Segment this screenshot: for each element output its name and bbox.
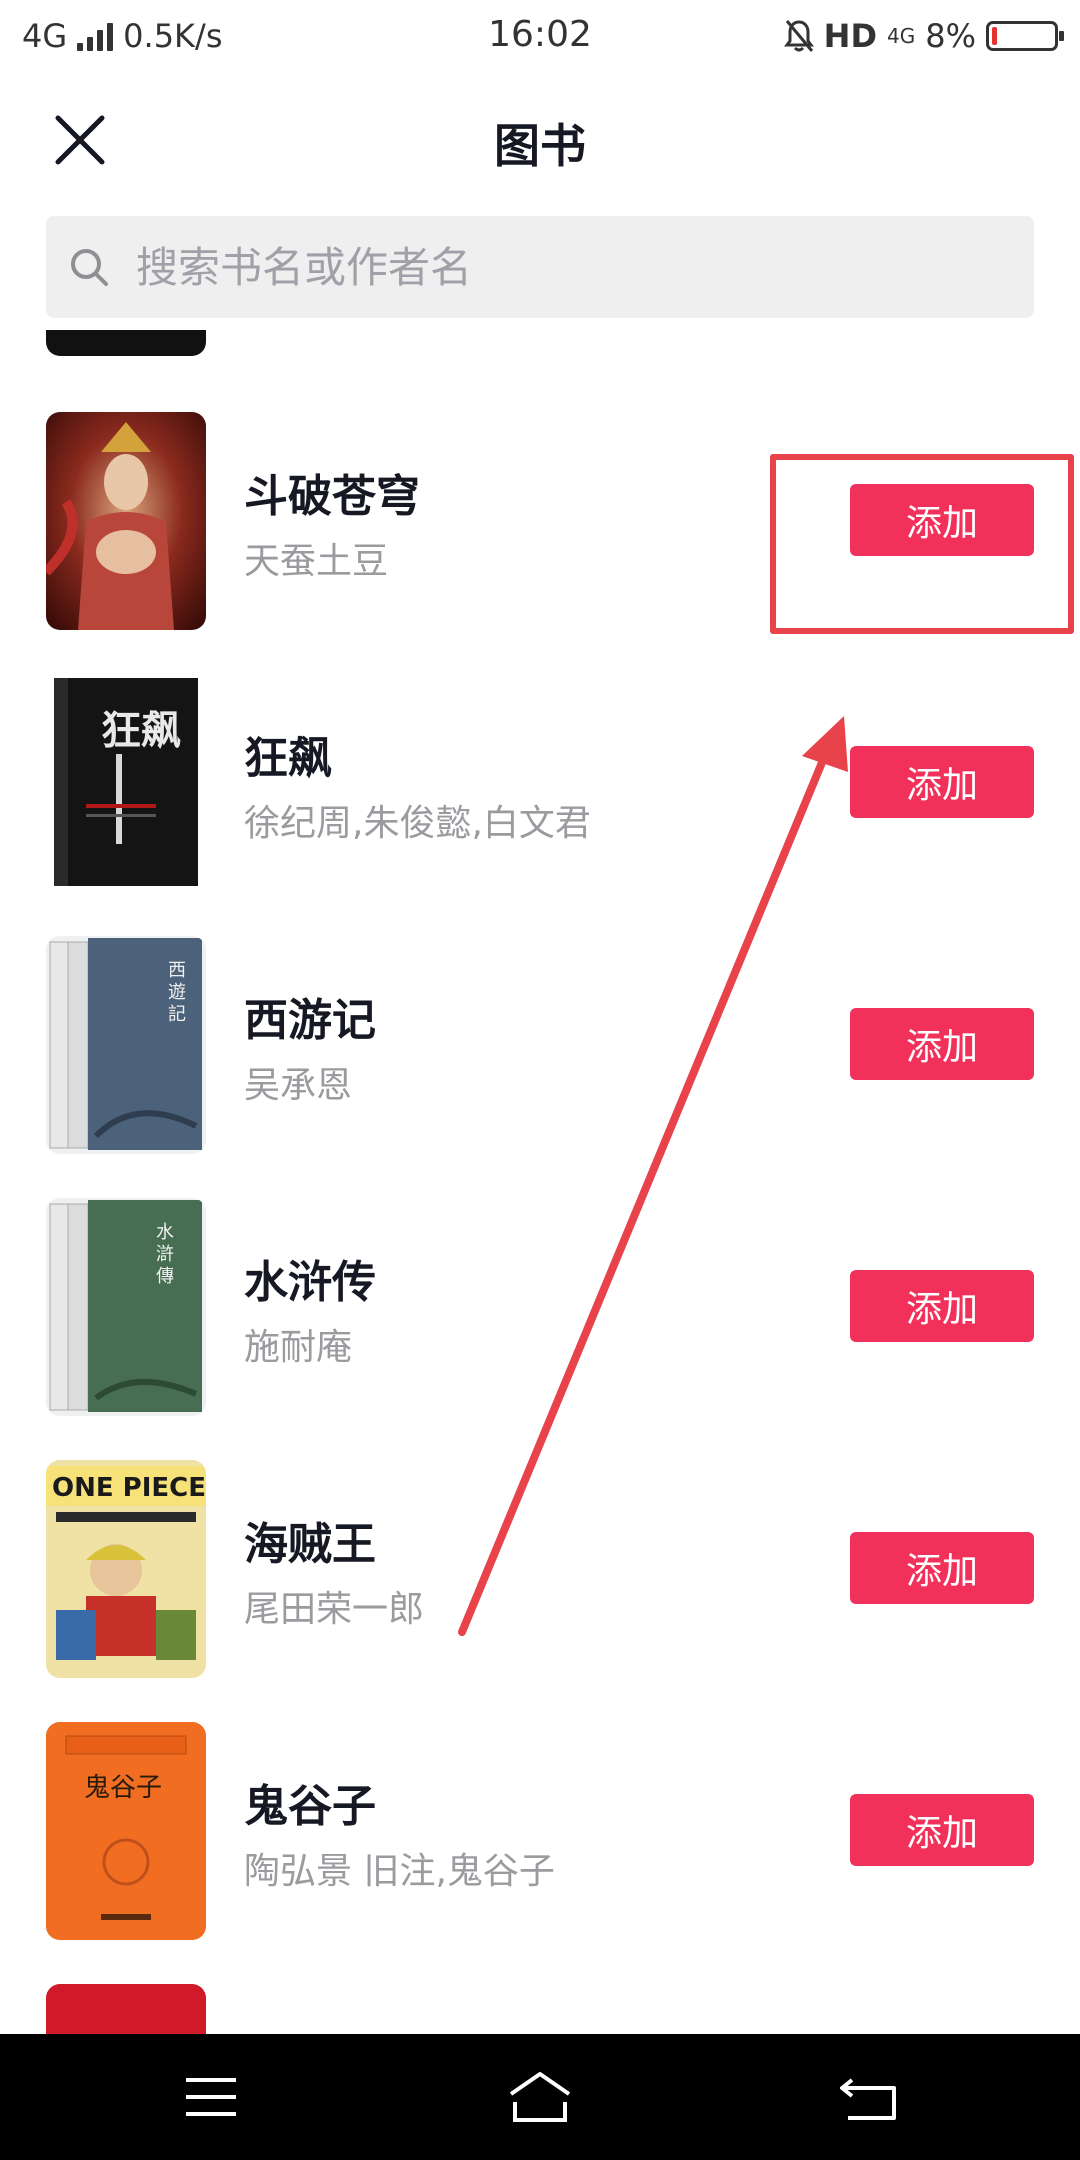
manga-cover-art: ONE PIECE — [46, 1460, 206, 1678]
add-button[interactable]: 添加 — [850, 746, 1034, 818]
status-bar: 4G 0.5K/s 16:02 HD 4G 8% — [0, 0, 1080, 72]
book-author: 徐纪周,朱俊懿,白文君 — [244, 803, 591, 844]
book-cover — [46, 412, 206, 630]
book-author: 吴承恩 — [244, 1065, 353, 1106]
book-item[interactable]: 斗破苍穹 天蚕土豆 添加 — [0, 412, 1080, 674]
search-input[interactable] — [136, 242, 986, 292]
book-author: 尾田荣一郎 — [244, 1589, 425, 1630]
book-author: 施耐庵 — [244, 1327, 353, 1368]
network-type-secondary: 4G — [887, 24, 916, 48]
mute-bell-icon — [783, 20, 814, 52]
book-cover: 鬼谷子 — [46, 1722, 206, 1940]
svg-text:西: 西 — [168, 960, 186, 981]
svg-text:水: 水 — [156, 1222, 174, 1243]
back-icon[interactable] — [834, 2062, 904, 2132]
svg-text:鬼谷子: 鬼谷子 — [84, 1773, 162, 1803]
partial-list-item — [46, 330, 206, 356]
add-button[interactable]: 添加 — [850, 1794, 1034, 1866]
book-cover: 西 遊 記 — [46, 936, 206, 1154]
battery-percent: 8% — [925, 17, 976, 55]
add-button[interactable]: 添加 — [850, 484, 1034, 556]
status-right: HD 4G 8% — [783, 14, 1064, 58]
svg-text:狂飙: 狂飙 — [101, 707, 181, 754]
add-button[interactable]: 添加 — [850, 1532, 1034, 1604]
book-cover: 水 滸 傳 — [46, 1198, 206, 1416]
book-list[interactable]: 斗破苍穹 天蚕土豆 添加 狂飙 狂飙 徐纪周,朱俊懿,白文君 添加 西 遊 記 … — [0, 330, 1080, 2034]
blue-cover-art: 西 遊 記 — [49, 938, 202, 1150]
book-author: 天蚕土豆 — [244, 541, 389, 582]
book-author: 陶弘景 旧注,鬼谷子 — [244, 1851, 555, 1892]
home-icon[interactable] — [505, 2062, 575, 2132]
book-item[interactable]: ONE PIECE 海贼王 尾田荣一郎 添加 — [0, 1460, 1080, 1722]
battery-icon — [986, 21, 1064, 51]
green-cover-art: 水 滸 傳 — [49, 1200, 202, 1412]
book-item[interactable]: 狂飙 狂飙 徐纪周,朱俊懿,白文君 添加 — [0, 674, 1080, 936]
search-icon — [71, 249, 108, 286]
book-title: 鬼谷子 — [244, 1781, 376, 1832]
book-title: 水浒传 — [244, 1257, 376, 1308]
book-item[interactable]: 水 滸 傳 水浒传 施耐庵 添加 — [0, 1198, 1080, 1460]
book-title: 狂飙 — [244, 733, 332, 784]
add-button[interactable]: 添加 — [850, 1008, 1034, 1080]
book-title: 海贼王 — [244, 1519, 376, 1570]
book-title: 西游记 — [244, 995, 376, 1046]
book-item[interactable]: 鬼谷子 鬼谷子 陶弘景 旧注,鬼谷子 添加 — [0, 1722, 1080, 1984]
black-cover-art: 狂飙 — [54, 678, 198, 886]
hd-label: HD — [823, 17, 877, 55]
battery-fill — [992, 27, 997, 45]
svg-text:ONE PIECE: ONE PIECE — [52, 1473, 206, 1503]
book-title: 斗破苍穹 — [244, 471, 420, 522]
svg-text:遊: 遊 — [168, 982, 186, 1003]
svg-text:滸: 滸 — [156, 1244, 174, 1265]
system-nav-bar — [0, 2034, 1080, 2160]
add-button[interactable]: 添加 — [850, 1270, 1034, 1342]
svg-text:記: 記 — [168, 1004, 186, 1025]
book-item[interactable]: 西 遊 記 西游记 吴承恩 添加 — [0, 936, 1080, 1198]
partial-list-item — [46, 1984, 206, 2034]
book-cover: 狂飙 — [46, 674, 206, 892]
fantasy-cover-art — [46, 412, 206, 630]
menu-icon[interactable] — [176, 2062, 246, 2132]
search-bar[interactable] — [46, 216, 1034, 318]
svg-text:傳: 傳 — [156, 1266, 174, 1287]
page-title: 图书 — [494, 119, 586, 173]
book-cover: ONE PIECE — [46, 1460, 206, 1678]
orange-cover-art: 鬼谷子 — [46, 1722, 206, 1940]
header: 图书 — [0, 80, 1080, 200]
